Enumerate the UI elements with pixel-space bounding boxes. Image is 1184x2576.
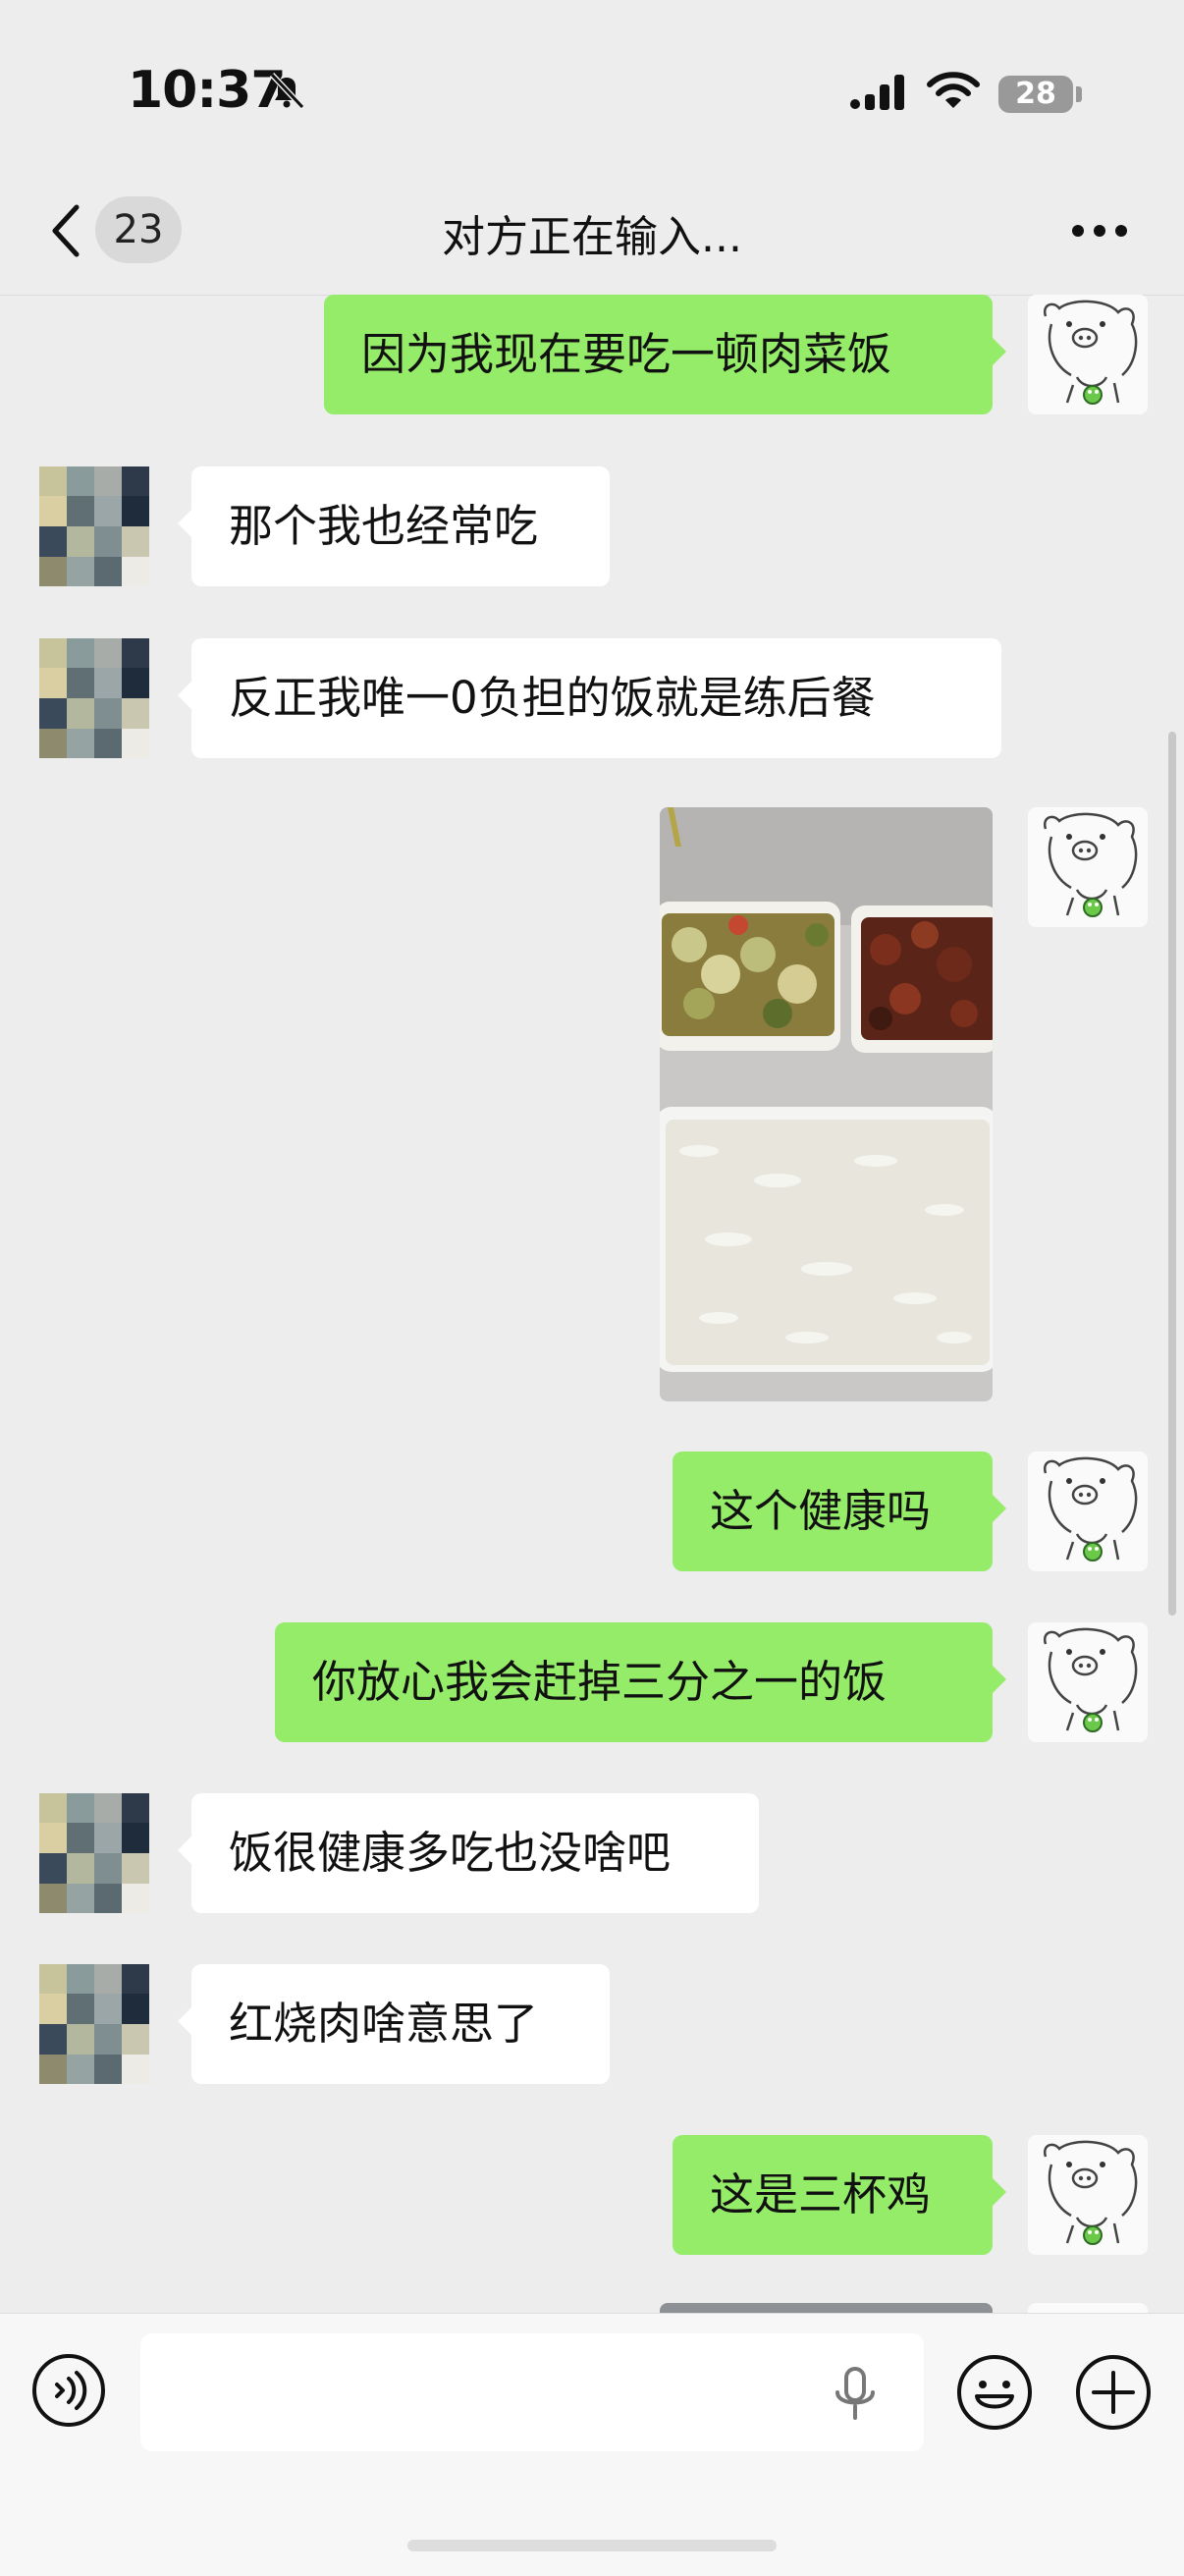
message-bubble-incoming[interactable]: 反正我唯一0负担的饭就是练后餐: [178, 638, 1001, 758]
bell-slash-icon: [269, 72, 305, 110]
microphone-icon[interactable]: [828, 2365, 883, 2424]
avatar-self[interactable]: [1028, 2135, 1148, 2255]
avatar-contact[interactable]: [39, 1964, 149, 2084]
chat-header: 23 对方正在输入...: [0, 172, 1184, 296]
message-bubble-outgoing[interactable]: 因为我现在要吃一顿肉菜饭: [324, 295, 1006, 414]
message-text: 因为我现在要吃一顿肉菜饭: [361, 328, 892, 380]
avatar-contact[interactable]: [39, 1793, 149, 1913]
message-text: 红烧肉啥意思了: [229, 1998, 539, 2050]
avatar-self[interactable]: [1028, 295, 1148, 414]
message-text: 反正我唯一0负担的饭就是练后餐: [229, 672, 876, 724]
voice-input-icon[interactable]: [31, 2353, 106, 2428]
status-bar: 10:37 28: [0, 0, 1184, 172]
message-bubble-incoming[interactable]: 那个我也经常吃: [178, 466, 610, 586]
food-photo[interactable]: [660, 807, 993, 1401]
message-text: 这个健康吗: [710, 1485, 932, 1537]
message-input[interactable]: [140, 2333, 924, 2451]
battery-tip: [1076, 86, 1082, 102]
avatar-self[interactable]: [1028, 807, 1148, 927]
status-time: 10:37: [128, 61, 287, 120]
emoji-icon[interactable]: [955, 2353, 1034, 2432]
battery-icon: 28: [998, 76, 1073, 113]
message-text: 这是三杯鸡: [710, 2168, 932, 2220]
message-bubble-outgoing[interactable]: 这个健康吗: [673, 1452, 1006, 1571]
scrollbar[interactable]: [1168, 732, 1176, 1616]
plus-icon[interactable]: [1074, 2353, 1153, 2432]
chat-title: 对方正在输入...: [442, 212, 742, 262]
avatar-contact[interactable]: [39, 466, 149, 586]
avatar-self[interactable]: [1028, 1452, 1148, 1571]
more-icon[interactable]: [1070, 223, 1129, 239]
wifi-icon: [927, 72, 980, 108]
message-bubble-incoming[interactable]: 红烧肉啥意思了: [178, 1964, 610, 2084]
message-bubble-outgoing[interactable]: 这是三杯鸡: [673, 2135, 1006, 2255]
message-bubble-incoming[interactable]: 饭很健康多吃也没啥吧: [178, 1793, 759, 1913]
message-text: 你放心我会赶掉三分之一的饭: [312, 1656, 888, 1708]
message-text: 那个我也经常吃: [229, 500, 539, 552]
input-bar: [0, 2313, 1184, 2576]
home-indicator: [407, 2540, 777, 2551]
cellular-signal-icon: [850, 75, 904, 110]
avatar-contact[interactable]: [39, 638, 149, 758]
message-bubble-outgoing[interactable]: 你放心我会赶掉三分之一的饭: [275, 1622, 1006, 1742]
avatar-self[interactable]: [1028, 1622, 1148, 1742]
message-text: 饭很健康多吃也没啥吧: [229, 1827, 672, 1879]
